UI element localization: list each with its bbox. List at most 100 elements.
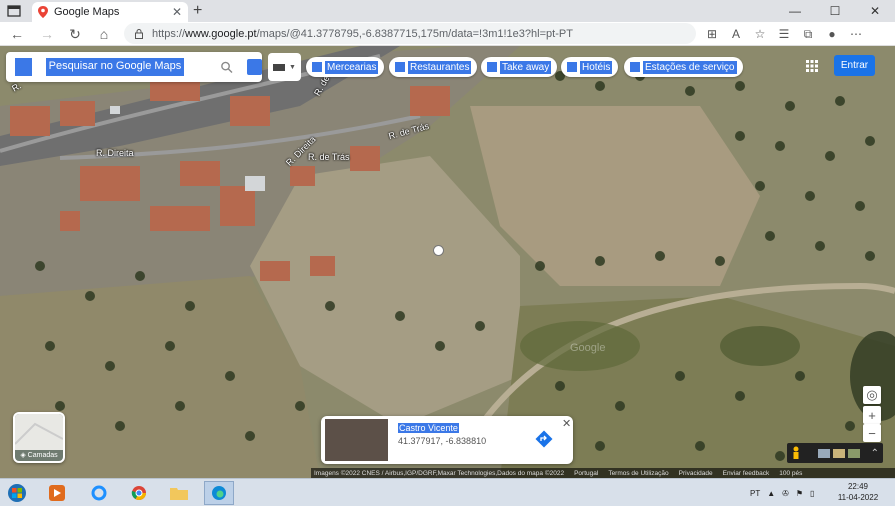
chip-take-away[interactable]: Take away [481,57,558,77]
settings-more-icon[interactable]: ⋯ [844,25,868,43]
tab-close-icon[interactable]: ✕ [172,5,182,19]
takeout-icon [487,62,497,72]
browser-tab-google-maps[interactable]: Google Maps ✕ [32,2,188,22]
road-label-r-direita: R. Direita [96,148,134,158]
taskbar-chrome[interactable] [124,481,154,505]
pegman-icon[interactable] [791,446,801,460]
map-thumbnail [15,414,63,450]
footer-link-feedback[interactable]: Enviar feedback [723,470,770,477]
flag-icon[interactable]: ⚑ [796,489,803,498]
address-bar[interactable]: https://www.google.pt/maps/@41.3778795,-… [124,23,696,44]
imagery-bar: ⌃ [787,443,883,463]
footer-link-country[interactable]: Portugal [574,470,598,477]
keyboard-icon [273,63,286,71]
card-close-icon[interactable]: ✕ [562,417,571,430]
imagery-thumb[interactable] [818,448,830,458]
read-aloud-icon[interactable]: A [724,25,748,43]
zoom-out-button[interactable]: − [863,424,881,442]
chip-label: Restaurantes [408,60,472,74]
show-hidden-icons-icon[interactable]: ▲ [767,489,775,498]
url-text: https://www.google.pt/maps/@41.3778795,-… [152,27,573,40]
layers-label: ◈ Camadas [20,452,58,459]
chip-restaurantes[interactable]: Restaurantes [389,57,478,77]
taskbar-file-explorer[interactable] [164,481,194,505]
profile-avatar-icon[interactable]: ● [820,25,844,43]
windows-taskbar: PT ▲ ✇ ⚑ ▯ 22:49 11-04-2022 [0,478,895,506]
battery-icon[interactable]: ▯ [810,489,814,498]
clock-date: 11-04-2022 [837,493,879,502]
menu-icon[interactable] [15,58,32,76]
input-tools-button[interactable]: ▼ [268,53,301,81]
chip-estacoes-de-servico[interactable]: Estações de serviço [624,57,743,77]
taskbar-internet-explorer[interactable] [84,481,114,505]
windows-start-icon [8,484,26,502]
search-input[interactable]: Pesquisar no Google Maps [45,58,185,76]
footer-link-privacy[interactable]: Privacidade [679,470,713,477]
collections-icon[interactable]: ⧉ [796,25,820,43]
directions-arrow-icon[interactable] [535,430,553,448]
forward-icon[interactable]: → [38,25,56,43]
imagery-thumb[interactable] [833,448,845,458]
imagery-thumb[interactable] [848,448,860,458]
edge-icon [212,486,226,500]
satellite-imagery [0,46,895,478]
maximize-icon[interactable]: ☐ [815,0,855,22]
chip-mercearias[interactable]: Mercearias [306,57,385,77]
signin-button[interactable]: Entrar [834,55,875,76]
chip-label: Take away [500,60,552,74]
directions-icon[interactable] [247,59,262,75]
browser-tab-strip: Google Maps ✕ + — ☐ ✕ [0,0,895,22]
google-watermark: Google [570,342,606,354]
maps-search-box: Pesquisar no Google Maps [6,52,262,82]
layers-toggle[interactable]: ◈ Camadas [13,412,65,463]
map-footer: Imagens ©2022 CNES / Airbus,IGP/DGRF,Max… [311,468,895,478]
dropped-pin-marker[interactable] [433,245,444,256]
system-tray: PT ▲ ✇ ⚑ ▯ [750,479,814,507]
system-clock[interactable]: 22:49 11-04-2022 [833,481,883,503]
chip-label: Mercearias [325,60,379,74]
app-available-icon[interactable]: ⊞ [700,25,724,43]
scale-bar[interactable]: 100 pés [779,470,802,477]
internet-explorer-icon [91,485,107,501]
expand-icon[interactable]: ⌃ [871,448,879,459]
tab-actions-icon[interactable] [6,4,22,18]
google-maps-favicon-icon [38,6,48,18]
start-button[interactable] [2,481,32,505]
gas-station-icon [630,62,640,72]
minimize-icon[interactable]: — [775,0,815,22]
google-apps-icon[interactable] [806,60,818,72]
place-card[interactable]: Castro Vicente 41.377917, -6.838810 ✕ [321,416,573,464]
chip-label: Hotéis [580,60,613,74]
place-title[interactable]: Castro Vicente [398,423,459,433]
footer-link-terms[interactable]: Termos de Utilização [608,470,668,477]
grocery-icon [312,62,322,72]
road-label-r-de-tras: R. de Trás [308,152,350,162]
place-photo[interactable] [325,419,388,461]
window-controls: — ☐ ✕ [775,0,895,22]
home-icon[interactable]: ⌂ [95,25,113,43]
favorite-star-icon[interactable]: ☆ [748,25,772,43]
taskbar-media-player[interactable] [42,481,72,505]
chip-hoteis[interactable]: Hotéis [561,57,619,77]
back-icon[interactable]: ← [8,25,26,43]
language-indicator[interactable]: PT [750,489,760,498]
browser-toolbar: ← → ↻ ⌂ https://www.google.pt/maps/@41.3… [0,22,895,46]
map-canvas[interactable]: R. Direita R. Direita R. de Trás R. de T… [0,46,895,478]
zoom-in-button[interactable]: + [863,406,881,424]
new-tab-icon[interactable]: + [193,2,202,20]
chevron-down-icon: ▼ [289,63,296,71]
lock-icon [135,28,143,39]
close-window-icon[interactable]: ✕ [855,0,895,22]
taskbar-edge[interactable] [204,481,234,505]
network-icon[interactable]: ✇ [782,489,789,498]
tab-title: Google Maps [54,6,120,18]
my-location-icon[interactable]: ◎ [863,386,881,404]
favorites-list-icon[interactable]: ☰ [772,25,796,43]
refresh-icon[interactable]: ↻ [66,25,84,43]
hotel-icon [567,62,577,72]
attribution-text: Imagens ©2022 CNES / Airbus,IGP/DGRF,Max… [314,469,565,477]
folder-icon [170,488,188,500]
chrome-icon [131,486,146,500]
search-icon[interactable] [220,60,233,74]
restaurant-icon [395,62,405,72]
